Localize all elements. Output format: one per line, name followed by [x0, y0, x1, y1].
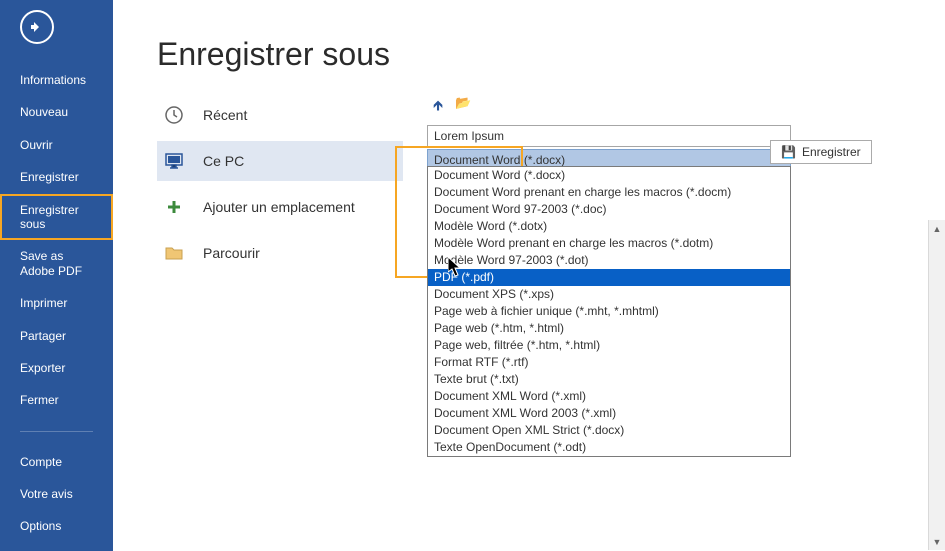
location-label: Parcourir: [203, 245, 260, 261]
sidebar-lower-item-2[interactable]: Options: [0, 510, 113, 542]
filename-input[interactable]: Lorem Ipsum: [427, 125, 791, 147]
clock-icon: [161, 105, 187, 125]
location-label: Récent: [203, 107, 247, 123]
location-label: Ajouter un emplacement: [203, 199, 355, 215]
location-row-0[interactable]: Récent: [157, 95, 403, 135]
format-option-0[interactable]: Document Word (*.docx): [428, 167, 790, 184]
page-title: Enregistrer sous: [157, 36, 945, 73]
sidebar-item-2[interactable]: Ouvrir: [0, 129, 113, 161]
sidebar: InformationsNouveauOuvrirEnregistrerEnre…: [0, 0, 113, 551]
folder-open-icon[interactable]: 📂: [455, 95, 471, 119]
location-row-2[interactable]: Ajouter un emplacement: [157, 187, 403, 227]
sidebar-item-0[interactable]: Informations: [0, 64, 113, 96]
sidebar-lower-item-1[interactable]: Votre avis: [0, 478, 113, 510]
format-option-1[interactable]: Document Word prenant en charge les macr…: [428, 184, 790, 201]
format-option-5[interactable]: Modèle Word 97-2003 (*.dot): [428, 252, 790, 269]
format-dropdown-list: Document Word (*.docx)Document Word pren…: [427, 166, 791, 457]
sidebar-item-6[interactable]: Imprimer: [0, 287, 113, 319]
sidebar-item-8[interactable]: Exporter: [0, 352, 113, 384]
sidebar-divider: [20, 431, 93, 432]
format-option-11[interactable]: Format RTF (*.rtf): [428, 354, 790, 371]
format-option-4[interactable]: Modèle Word prenant en charge les macros…: [428, 235, 790, 252]
save-button-label: Enregistrer: [802, 145, 861, 159]
scroll-down-icon[interactable]: ▼: [929, 533, 945, 550]
folder-icon: [161, 243, 187, 263]
format-option-3[interactable]: Modèle Word (*.dotx): [428, 218, 790, 235]
location-label: Ce PC: [203, 153, 244, 169]
monitor-icon: [161, 151, 187, 171]
format-option-12[interactable]: Texte brut (*.txt): [428, 371, 790, 388]
format-option-15[interactable]: Document Open XML Strict (*.docx): [428, 422, 790, 439]
sidebar-item-9[interactable]: Fermer: [0, 384, 113, 416]
save-button[interactable]: 💾 Enregistrer: [770, 140, 872, 164]
up-arrow-icon[interactable]: 🡹: [433, 95, 443, 119]
format-option-10[interactable]: Page web, filtrée (*.htm, *.html): [428, 337, 790, 354]
back-button[interactable]: [20, 10, 54, 44]
plus-icon: [161, 197, 187, 217]
format-option-14[interactable]: Document XML Word 2003 (*.xml): [428, 405, 790, 422]
format-option-16[interactable]: Texte OpenDocument (*.odt): [428, 439, 790, 456]
locations-panel: Récent Ce PC Ajouter un emplacement Parcour…: [157, 95, 403, 273]
path-toolbar: 🡹 📂: [427, 95, 877, 119]
page: Enregistrer sous Récent Ce PC Ajouter un e…: [113, 0, 945, 551]
format-option-9[interactable]: Page web (*.htm, *.html): [428, 320, 790, 337]
format-option-13[interactable]: Document XML Word (*.xml): [428, 388, 790, 405]
sidebar-item-4[interactable]: Enregistrer sous: [0, 194, 113, 241]
format-option-6[interactable]: PDF (*.pdf): [428, 269, 790, 286]
location-row-1[interactable]: Ce PC: [157, 141, 403, 181]
sidebar-item-7[interactable]: Partager: [0, 320, 113, 352]
back-arrow-icon: [29, 19, 45, 35]
sidebar-lower-item-0[interactable]: Compte: [0, 446, 113, 478]
format-option-8[interactable]: Page web à fichier unique (*.mht, *.mhtm…: [428, 303, 790, 320]
format-option-2[interactable]: Document Word 97-2003 (*.doc): [428, 201, 790, 218]
scrollbar[interactable]: ▲ ▼: [928, 220, 945, 550]
format-option-7[interactable]: Document XPS (*.xps): [428, 286, 790, 303]
sidebar-item-1[interactable]: Nouveau: [0, 96, 113, 128]
save-disk-icon: 💾: [781, 145, 796, 159]
sidebar-item-3[interactable]: Enregistrer: [0, 161, 113, 193]
scroll-up-icon[interactable]: ▲: [929, 220, 945, 237]
location-row-3[interactable]: Parcourir: [157, 233, 403, 273]
sidebar-item-5[interactable]: Save as Adobe PDF: [0, 240, 113, 287]
